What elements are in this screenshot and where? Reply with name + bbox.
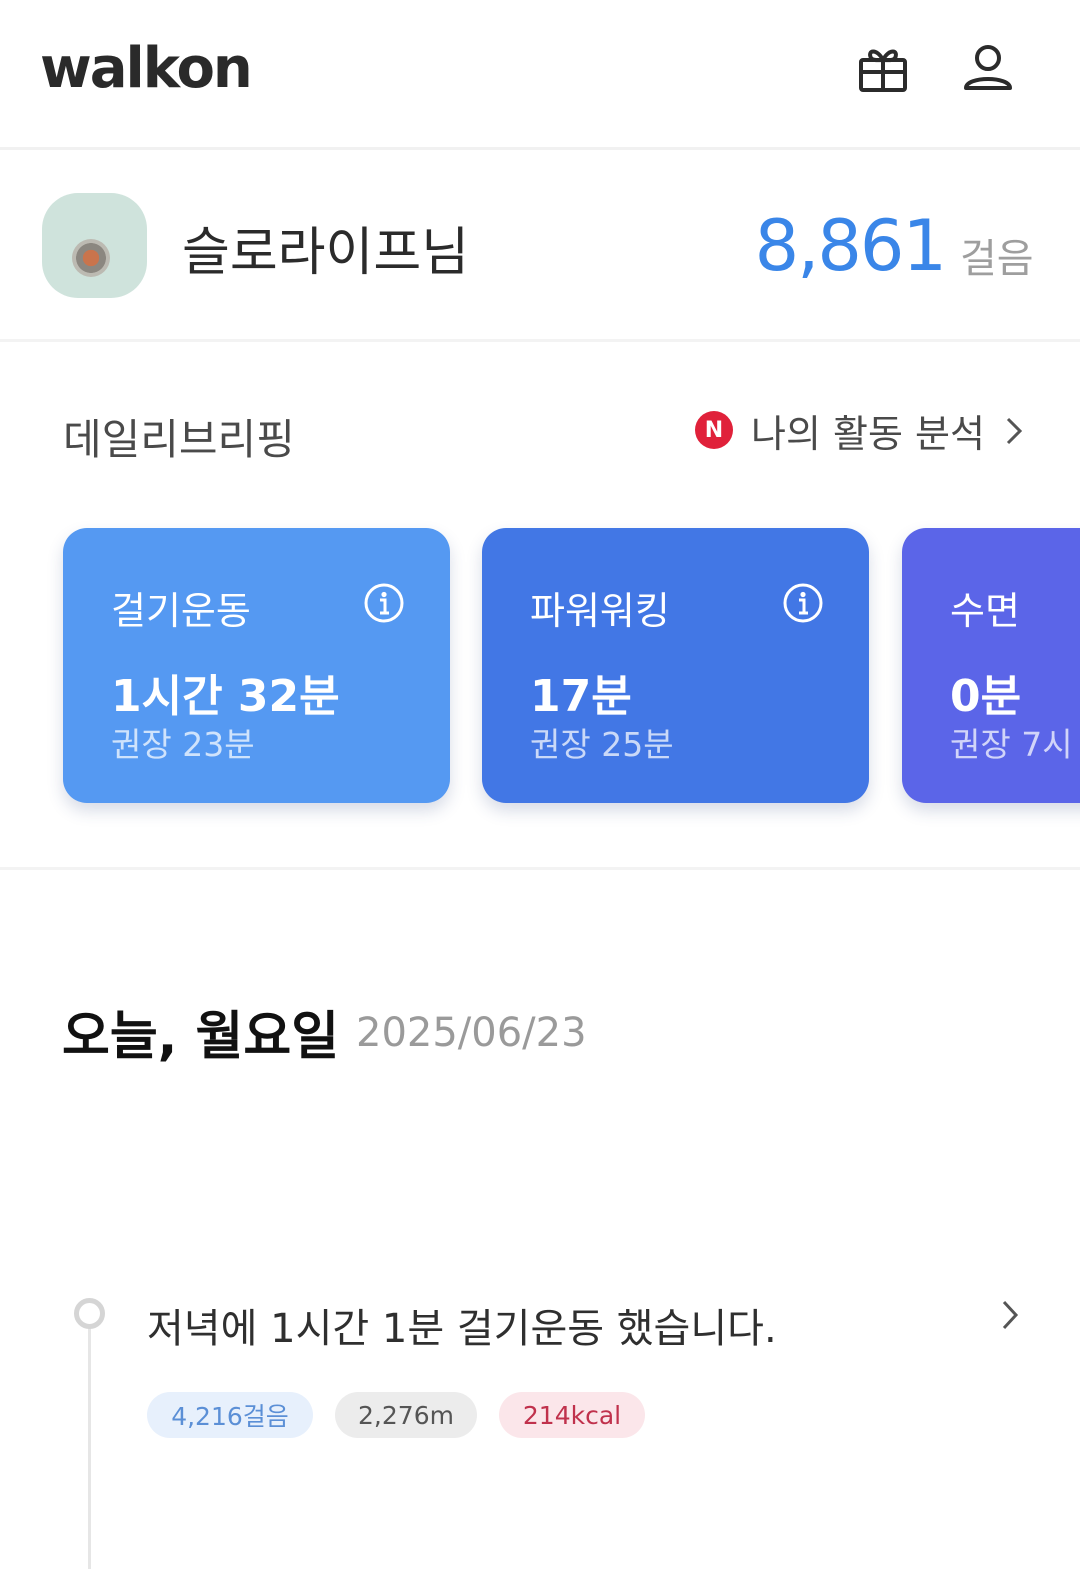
step-unit: 걸음 (960, 236, 1034, 282)
calories-chip: 214kcal (499, 1392, 645, 1438)
app-header: walkon (0, 0, 1080, 150)
card-recommendation: 권장 25분 (530, 725, 674, 764)
user-icon[interactable] (958, 38, 1018, 98)
info-icon[interactable] (363, 582, 405, 624)
app-logo: walkon (40, 36, 253, 101)
daily-briefing-title: 데일리브리핑 (63, 415, 295, 464)
activity-analysis-label: 나의 활동 분석 (751, 411, 985, 456)
chevron-right-icon (1006, 417, 1023, 445)
briefing-card-power-walking[interactable]: 파워워킹 17분 권장 25분 (482, 528, 869, 803)
steps-chip: 4,216걸음 (147, 1392, 313, 1438)
section-divider (0, 867, 1080, 870)
walkon-home-screen: walkon 슬로라이프님 8,861 걸음 데일리브리핑 N 나의 활동 분석… (0, 0, 1080, 1569)
card-value: 0분 (950, 671, 1022, 722)
briefing-card-walking[interactable]: 걸기운동 1시간 32분 권장 23분 (63, 528, 450, 803)
card-title: 수면 (950, 589, 1020, 633)
card-recommendation: 권장 23분 (111, 725, 255, 764)
card-value: 17분 (530, 671, 632, 722)
today-heading: 오늘, 월요일 (62, 1007, 340, 1067)
card-title: 걸기운동 (111, 589, 251, 633)
card-title: 파워워킹 (530, 589, 670, 633)
distance-chip: 2,276m (335, 1392, 477, 1438)
new-badge: N (695, 411, 733, 449)
chevron-right-icon[interactable] (996, 1298, 1024, 1332)
avatar-image (71, 238, 110, 277)
today-date: 2025/06/23 (356, 1010, 587, 1056)
card-recommendation: 권장 7시 (950, 725, 1073, 764)
timeline-line (88, 1326, 91, 1569)
timeline-dot (74, 1298, 105, 1329)
activity-analysis-link[interactable]: N 나의 활동 분석 (695, 405, 1023, 456)
activity-summary[interactable]: 저녁에 1시간 1분 걸기운동 했습니다. (147, 1296, 777, 1354)
gift-icon[interactable] (853, 38, 913, 98)
avatar[interactable] (42, 193, 147, 298)
info-icon[interactable] (782, 582, 824, 624)
profile-summary[interactable]: 슬로라이프님 8,861 걸음 (0, 150, 1080, 342)
user-nickname: 슬로라이프님 (182, 223, 470, 283)
briefing-card-sleep[interactable]: 수면 0분 권장 7시 (902, 528, 1080, 803)
step-count: 8,861 (754, 205, 947, 287)
card-value: 1시간 32분 (111, 671, 340, 722)
